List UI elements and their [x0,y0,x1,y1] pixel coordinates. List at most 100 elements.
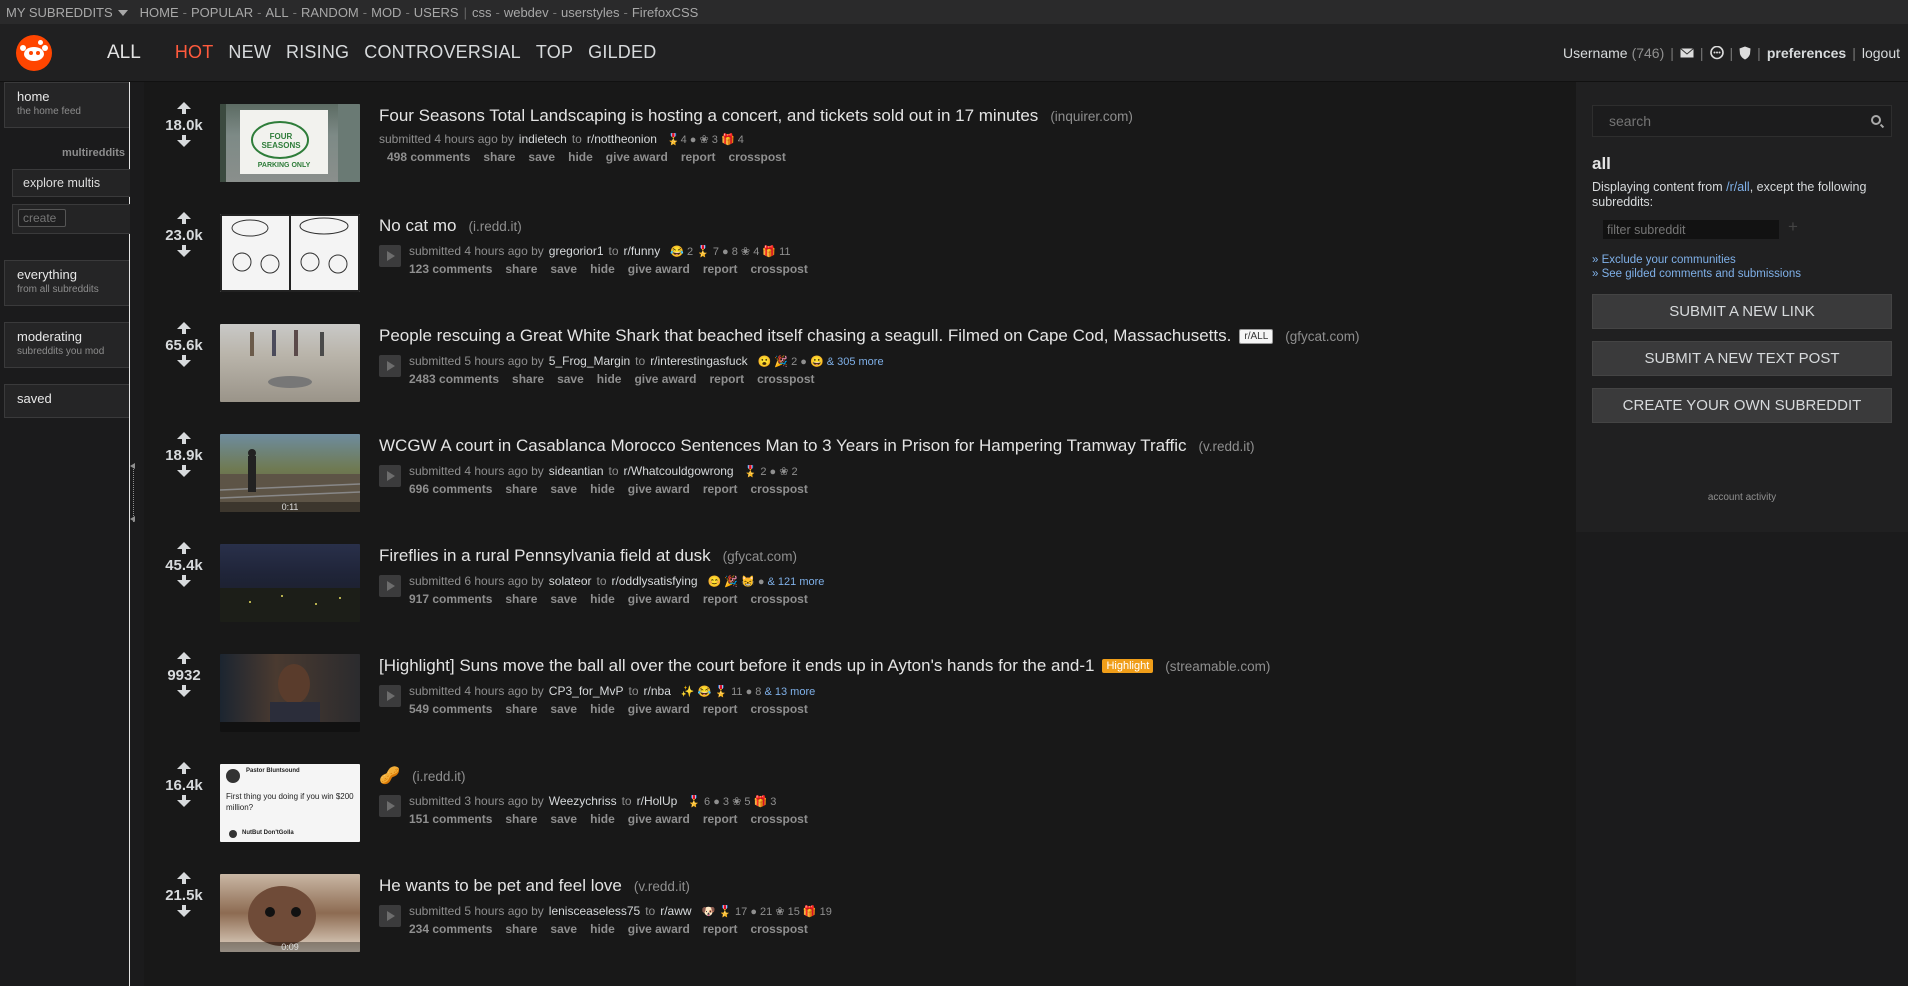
post-thumbnail[interactable] [220,544,360,622]
crosspost-button[interactable]: crosspost [750,922,807,936]
upvote-icon[interactable] [177,542,191,554]
chat-icon[interactable] [1709,46,1724,60]
save-button[interactable]: save [550,922,577,936]
post-awards[interactable]: ✨ 😂 🎖️ 11 ● 8 & 13 more [681,685,815,698]
hide-button[interactable]: hide [590,922,615,936]
upvote-icon[interactable] [177,212,191,224]
topstrip-link-home[interactable]: HOME [140,5,179,20]
post-domain[interactable]: (v.redd.it) [634,879,690,894]
upvote-icon[interactable] [177,652,191,664]
tab-new[interactable]: NEW [228,42,271,63]
more-awards-link[interactable]: & 121 more [768,576,825,588]
expando-play-button[interactable] [379,575,401,597]
post-thumbnail[interactable] [220,324,360,402]
post-subreddit[interactable]: r/nba [644,684,671,698]
post-author[interactable]: indietech [519,132,567,146]
sidebar-item-everything[interactable]: everything from all subreddits [4,260,129,306]
give-award-button[interactable]: give award [628,812,690,826]
save-button[interactable]: save [550,482,577,496]
post-subreddit[interactable]: r/nottheonion [587,132,657,146]
downvote-icon[interactable] [177,135,191,147]
post-domain[interactable]: (gfycat.com) [723,549,797,564]
report-button[interactable]: report [703,482,738,496]
give-award-button[interactable]: give award [634,372,696,386]
tab-hot[interactable]: HOT [175,42,214,63]
post-domain[interactable]: (i.redd.it) [468,219,521,234]
post-subreddit[interactable]: r/Whatcouldgowrong [624,464,734,478]
topstrip-link-mod[interactable]: MOD [371,5,401,20]
more-awards-link[interactable]: & 13 more [765,686,816,698]
comments-link[interactable]: 151 comments [409,812,492,826]
sidebar-item-moderating[interactable]: moderating subreddits you mod [4,322,129,368]
more-awards-link[interactable]: & 305 more [827,356,884,368]
give-award-button[interactable]: give award [628,702,690,716]
comments-link[interactable]: 696 comments [409,482,492,496]
downvote-icon[interactable] [177,795,191,807]
downvote-icon[interactable] [177,355,191,367]
post-subreddit[interactable]: r/funny [624,244,661,258]
post-author[interactable]: gregorior1 [549,244,604,258]
hide-button[interactable]: hide [590,702,615,716]
tab-controversial[interactable]: CONTROVERSIAL [364,42,521,63]
create-subreddit-button[interactable]: CREATE YOUR OWN SUBREDDIT [1592,388,1892,423]
post-title[interactable]: People rescuing a Great White Shark that… [379,326,1231,346]
post-title[interactable]: No cat mo [379,216,456,236]
post-awards[interactable]: 🎖️ 6 ● 3 ❀ 5 🎁 3 [687,795,776,808]
expando-play-button[interactable] [379,465,401,487]
report-button[interactable]: report [703,702,738,716]
post-title[interactable]: He wants to be pet and feel love [379,876,622,896]
share-button[interactable]: share [505,482,537,496]
post-author[interactable]: solateor [549,574,592,588]
topstrip-sub-firefoxcss[interactable]: FirefoxCSS [632,5,698,20]
comments-link[interactable]: 549 comments [409,702,492,716]
topstrip-link-all[interactable]: ALL [266,5,289,20]
share-button[interactable]: share [512,372,544,386]
give-award-button[interactable]: give award [628,482,690,496]
post-thumbnail[interactable]: 0:09 [220,874,360,952]
mail-icon[interactable] [1680,48,1694,58]
hide-button[interactable]: hide [597,372,622,386]
exclude-communities-link[interactable]: » Exclude your communities [1592,254,1736,266]
post-domain[interactable]: (streamable.com) [1165,659,1270,674]
share-button[interactable]: share [505,812,537,826]
report-button[interactable]: report [703,922,738,936]
post-awards[interactable]: 😮 🎉 2 ● 😀 & 305 more [758,355,884,368]
comments-link[interactable]: 498 comments [387,150,470,164]
submit-link-button[interactable]: SUBMIT A NEW LINK [1592,294,1892,329]
post-title[interactable]: WCGW A court in Casablanca Morocco Sente… [379,436,1187,456]
downvote-icon[interactable] [177,465,191,477]
share-button[interactable]: share [483,150,515,164]
crosspost-button[interactable]: crosspost [750,592,807,606]
upvote-icon[interactable] [177,872,191,884]
post-thumbnail[interactable]: 0:11 [220,434,360,512]
share-button[interactable]: share [505,702,537,716]
crosspost-button[interactable]: crosspost [750,702,807,716]
expando-play-button[interactable] [379,795,401,817]
share-button[interactable]: share [505,262,537,276]
post-author[interactable]: lenisceaseless75 [549,904,640,918]
expando-play-button[interactable] [379,245,401,267]
post-thumbnail[interactable] [220,654,360,732]
gilded-link[interactable]: » See gilded comments and submissions [1592,268,1801,280]
save-button[interactable]: save [528,150,555,164]
downvote-icon[interactable] [177,905,191,917]
subreddit-name[interactable]: ALL [107,42,141,64]
search-input[interactable] [1593,106,1853,136]
crosspost-button[interactable]: crosspost [757,372,814,386]
post-domain[interactable]: (i.redd.it) [412,769,465,784]
upvote-icon[interactable] [177,432,191,444]
hide-button[interactable]: hide [590,262,615,276]
topstrip-link-users[interactable]: USERS [414,5,459,20]
upvote-icon[interactable] [177,102,191,114]
comments-link[interactable]: 123 comments [409,262,492,276]
post-author[interactable]: 5_Frog_Margin [549,354,630,368]
r-all-link[interactable]: /r/all [1726,180,1750,194]
preferences-link[interactable]: preferences [1767,45,1846,61]
topstrip-sub-userstyles[interactable]: userstyles [561,5,620,20]
post-domain[interactable]: (inquirer.com) [1050,109,1133,124]
save-button[interactable]: save [550,702,577,716]
report-button[interactable]: report [681,150,716,164]
give-award-button[interactable]: give award [628,262,690,276]
hide-button[interactable]: hide [590,592,615,606]
post-subreddit[interactable]: r/oddlysatisfying [612,574,698,588]
